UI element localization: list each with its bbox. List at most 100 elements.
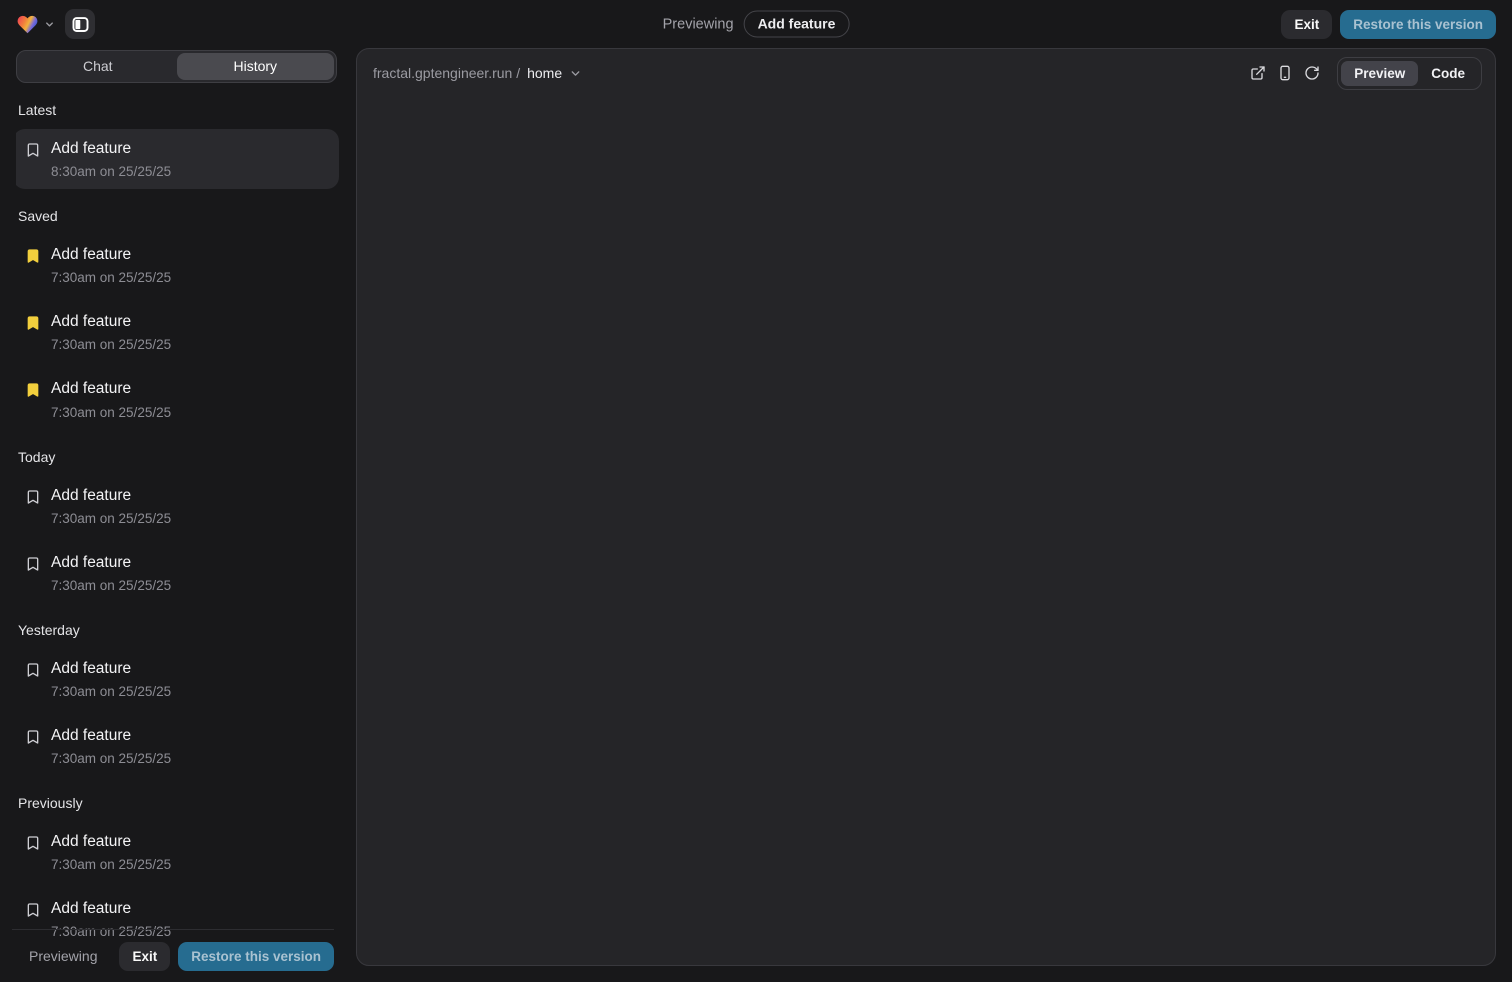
history-section-items: Add feature 7:30am on 25/25/25 Add featu… (16, 476, 339, 603)
top-bar-right: Exit Restore this version (1281, 10, 1496, 39)
top-bar-left (16, 9, 95, 39)
history-section: Latest Add feature 8:30am on 25/25/25 (16, 102, 339, 189)
footer-buttons: Exit Restore this version (119, 942, 334, 971)
history-item-title: Add feature (51, 312, 171, 332)
bookmark-outline-icon (25, 832, 41, 872)
history-section-title: Today (18, 449, 339, 465)
chevron-down-icon (569, 67, 582, 80)
history-item[interactable]: Add feature 7:30am on 25/25/25 (16, 543, 339, 603)
previewing-label: Previewing (663, 16, 734, 32)
bookmark-filled-icon (25, 312, 41, 352)
url-current-page: home (527, 65, 562, 81)
bookmark-filled-icon (25, 379, 41, 419)
history-item-title: Add feature (51, 139, 171, 159)
view-mode-tabs: Preview Code (1337, 57, 1482, 90)
bookmark-outline-icon (25, 659, 41, 699)
tab-chat[interactable]: Chat (19, 53, 177, 80)
history-item-timestamp: 7:30am on 25/25/25 (51, 511, 171, 526)
history-item-title: Add feature (51, 832, 171, 852)
tab-preview[interactable]: Preview (1341, 61, 1418, 86)
history-item-timestamp: 7:30am on 25/25/25 (51, 857, 171, 872)
history-item-timestamp: 7:30am on 25/25/25 (51, 684, 171, 699)
history-item-timestamp: 7:30am on 25/25/25 (51, 270, 171, 285)
footer-previewing-label: Previewing (29, 948, 97, 964)
tab-history[interactable]: History (177, 53, 335, 80)
history-item[interactable]: Add feature 7:30am on 25/25/25 (16, 302, 339, 362)
preview-header: fractal.gptengineer.run / home (357, 49, 1495, 97)
history-item-timestamp: 8:30am on 25/25/25 (51, 164, 171, 179)
panel-left-icon (72, 16, 89, 33)
history-section: Saved Add feature 7:30am on 25/25/25 Add… (16, 208, 339, 429)
history-item-text: Add feature 7:30am on 25/25/25 (51, 245, 171, 285)
history-item-text: Add feature 7:30am on 25/25/25 (51, 379, 171, 419)
history-item[interactable]: Add feature 7:30am on 25/25/25 (16, 235, 339, 295)
history-section-title: Latest (18, 102, 339, 118)
url-breadcrumb[interactable]: fractal.gptengineer.run / home (373, 65, 582, 81)
bookmark-outline-icon (25, 486, 41, 526)
history-section: Today Add feature 7:30am on 25/25/25 Add… (16, 449, 339, 603)
history-item-title: Add feature (51, 245, 171, 265)
preview-panel: fractal.gptengineer.run / home (356, 48, 1496, 966)
history-item-text: Add feature 7:30am on 25/25/25 (51, 726, 171, 766)
lovable-heart-icon (16, 14, 39, 35)
bookmark-outline-icon (25, 726, 41, 766)
history-item-title: Add feature (51, 486, 171, 506)
history-item-title: Add feature (51, 659, 171, 679)
history-item-text: Add feature 7:30am on 25/25/25 (51, 659, 171, 699)
history-sidebar: Chat History Latest Add feature 8:30am o… (0, 48, 356, 982)
open-external-button[interactable] (1244, 59, 1271, 87)
top-bar: Previewing Add feature Exit Restore this… (0, 0, 1512, 48)
preview-header-actions: Preview Code (1244, 57, 1482, 90)
footer-restore-button[interactable]: Restore this version (178, 942, 334, 971)
history-item-title: Add feature (51, 726, 171, 746)
history-item-timestamp: 7:30am on 25/25/25 (51, 337, 171, 352)
history-section-items: Add feature 7:30am on 25/25/25 Add featu… (16, 235, 339, 429)
history-item-text: Add feature 7:30am on 25/25/25 (51, 832, 171, 872)
sidebar-toggle-button[interactable] (65, 9, 95, 39)
refresh-icon (1304, 65, 1320, 81)
bookmark-filled-icon (25, 245, 41, 285)
exit-button[interactable]: Exit (1281, 10, 1332, 39)
url-prefix: fractal.gptengineer.run / (373, 65, 520, 81)
history-item-timestamp: 7:30am on 25/25/25 (51, 405, 171, 420)
history-item[interactable]: Add feature 7:30am on 25/25/25 (16, 369, 339, 429)
history-item-text: Add feature 7:30am on 25/25/25 (51, 312, 171, 352)
history-item-text: Add feature 8:30am on 25/25/25 (51, 139, 171, 179)
history-item-title: Add feature (51, 899, 171, 919)
history-item[interactable]: Add feature 7:30am on 25/25/25 (16, 822, 339, 882)
history-section-title: Previously (18, 795, 339, 811)
history-section: Yesterday Add feature 7:30am on 25/25/25… (16, 622, 339, 776)
device-preview-button[interactable] (1271, 59, 1298, 87)
history-item-text: Add feature 7:30am on 25/25/25 (51, 553, 171, 593)
history-item-text: Add feature 7:30am on 25/25/25 (51, 486, 171, 526)
history-item[interactable]: Add feature 7:30am on 25/25/25 (16, 716, 339, 776)
history-section-title: Yesterday (18, 622, 339, 638)
bookmark-outline-icon (25, 139, 41, 179)
preview-viewport (357, 97, 1495, 965)
history-section: Previously Add feature 7:30am on 25/25/2… (16, 795, 339, 949)
smartphone-icon (1277, 65, 1293, 81)
history-item-timestamp: 7:30am on 25/25/25 (51, 751, 171, 766)
sidebar-tabs: Chat History (16, 50, 337, 83)
external-link-icon (1250, 65, 1266, 81)
top-bar-center: Previewing Add feature (663, 11, 850, 38)
restore-version-button[interactable]: Restore this version (1340, 10, 1496, 39)
history-section-title: Saved (18, 208, 339, 224)
history-section-items: Add feature 8:30am on 25/25/25 (16, 129, 339, 189)
history-item[interactable]: Add feature 7:30am on 25/25/25 (16, 476, 339, 536)
tab-code[interactable]: Code (1418, 61, 1478, 86)
history-item-timestamp: 7:30am on 25/25/25 (51, 578, 171, 593)
main-row: Chat History Latest Add feature 8:30am o… (0, 48, 1512, 982)
history-item-title: Add feature (51, 553, 171, 573)
chevron-down-icon (44, 19, 55, 30)
history-list: Latest Add feature 8:30am on 25/25/25 Sa… (16, 83, 339, 982)
footer-exit-button[interactable]: Exit (119, 942, 170, 971)
refresh-button[interactable] (1298, 59, 1325, 87)
history-item-title: Add feature (51, 379, 171, 399)
logo-menu-button[interactable] (16, 14, 55, 35)
history-item[interactable]: Add feature 8:30am on 25/25/25 (16, 129, 339, 189)
version-badge: Add feature (744, 11, 850, 38)
sidebar-footer: Previewing Exit Restore this version (12, 929, 334, 982)
history-item[interactable]: Add feature 7:30am on 25/25/25 (16, 649, 339, 709)
bookmark-outline-icon (25, 553, 41, 593)
